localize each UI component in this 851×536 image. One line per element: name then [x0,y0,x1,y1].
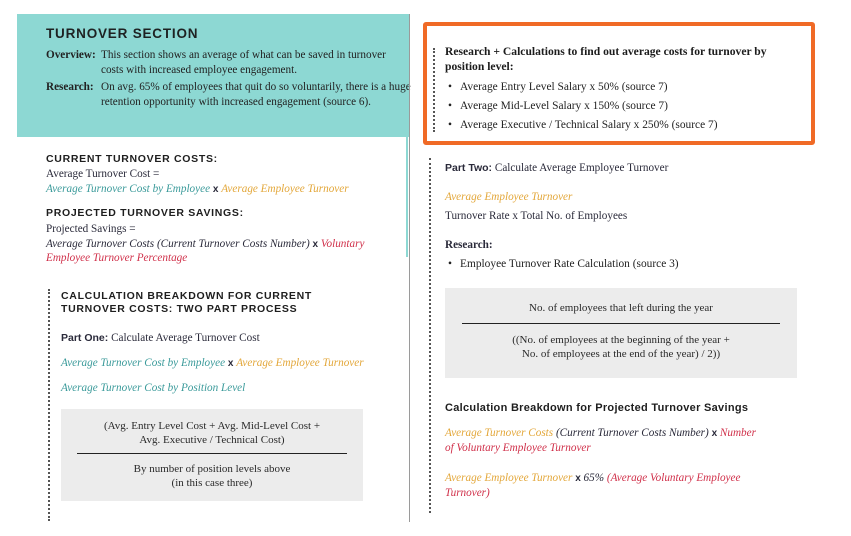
multiply-operator: x [312,239,319,250]
projected-savings-heading: PROJECTED TURNOVER SAVINGS: [46,207,244,219]
current-costs-label: Average Turnover Cost = [46,168,160,180]
panel-edge [406,137,408,257]
fraction-bar [77,453,347,454]
fraction-numerator: (Avg. Entry Level Cost + Avg. Mid-Level … [61,419,363,447]
term-avg-turnover-costs: Average Turnover Costs (Current Turnover… [46,238,310,250]
section-title: TURNOVER SECTION [46,26,199,41]
term-avg-employee-turnover: Average Employee Turnover [445,472,573,484]
fraction-denominator: By number of position levels above (in t… [61,462,363,490]
numerator-line1: (Avg. Entry Level Cost + Avg. Mid-Level … [103,420,321,432]
multiply-operator: x [227,358,234,369]
bullet-icon: • [448,81,452,93]
list-item-text: Average Mid-Level Salary x 150% (source … [460,100,668,112]
term-avg-turnover-cost-by-position-level: Average Turnover Cost by Position Level [61,382,246,394]
overview-label: Overview: [46,49,96,61]
projected-formula1-line1: Average Turnover Costs (Current Turnover… [445,426,756,441]
research-highlight-box: Research + Calculations to find out aver… [423,22,815,145]
turnover-section-panel: TURNOVER SECTION Overview: This section … [17,14,411,137]
research-label: Research: [46,81,94,93]
term-current-turnover-costs-number: (Current Turnover Costs Number) [555,427,709,439]
numerator-line2: Avg. Executive / Technical Cost) [139,434,285,446]
position-level-term: Average Turnover Cost by Position Level [61,381,245,395]
projected-formula2-line1: Average Employee Turnover x 65% (Average… [445,471,740,486]
voluntary-percentage: 65% [583,472,605,484]
denominator-line1: ((No. of employees at the beginning of t… [512,334,730,346]
term-avg-turnover-cost-by-employee: Average Turnover Cost by Employee [46,183,211,195]
bullet-icon: • [448,258,452,270]
research-box-list: • Average Entry Level Salary x 50% (sourc… [445,78,718,135]
dotted-guide [433,48,435,132]
bullet-icon: • [448,100,452,112]
projected-formula1-line2: of Voluntary Employee Turnover [445,441,591,455]
current-costs-heading: CURRENT TURNOVER COSTS: [46,153,218,165]
fraction-denominator: ((No. of employees at the beginning of t… [445,333,797,361]
projected-formula2-line2: Turnover) [445,486,490,500]
research-box-title: Research + Calculations to find out aver… [445,45,767,73]
research-text: On avg. 65% of employees that quit do so… [101,81,411,108]
part-two-term: Average Employee Turnover [445,190,572,204]
term-avg-turnover-costs: Average Turnover Costs [445,427,554,439]
breakdown-heading-line1: CALCULATION BREAKDOWN FOR CURRENT [61,290,312,302]
multiply-operator: x [212,184,219,195]
multiply-operator: x [575,473,581,484]
multiply-operator: x [711,428,718,439]
term-voluntary-employee-turnover: of Voluntary Employee Turnover [445,442,591,454]
denominator-line1: By number of position levels above [133,463,291,475]
list-item: • Average Executive / Technical Salary x … [445,116,718,135]
term-employee-turnover-percentage: Employee Turnover Percentage [46,252,188,264]
list-item: • Employee Turnover Rate Calculation (sou… [445,255,679,274]
dotted-guide-right [429,158,431,513]
overview-row: Overview: This section shows an average … [46,48,406,78]
breakdown-projected-heading: Calculation Breakdown for Projected Turn… [445,402,749,414]
fraction-bar [462,323,780,324]
breakdown-current-heading: CALCULATION BREAKDOWN FOR CURRENT TURNOV… [61,290,312,316]
term-voluntary: Voluntary [320,238,365,250]
term-avg-employee-turnover: Average Employee Turnover [236,357,364,369]
column-divider [409,14,410,522]
part-one-formula: Average Turnover Cost by Employee x Aver… [61,356,364,371]
turnover-rate-fraction: No. of employees that left during the ye… [445,288,797,378]
part-two-text: Calculate Average Employee Turnover [494,162,669,174]
part-two-research-list: • Employee Turnover Rate Calculation (sou… [445,255,679,274]
projected-savings-label: Projected Savings = [46,223,136,235]
term-avg-employee-turnover: Average Employee Turnover [221,183,349,195]
denominator-line2: (in this case three) [171,477,253,489]
part-two-research-label: Research: [445,239,493,251]
part-one: Part One: Calculate Average Turnover Cos… [61,331,260,345]
list-item-text: Average Entry Level Salary x 50% (source… [460,81,668,93]
term-number: Number [719,427,756,439]
list-item: • Average Entry Level Salary x 50% (sourc… [445,78,718,97]
part-one-text: Calculate Average Turnover Cost [111,332,260,344]
term-avg-employee-turnover: Average Employee Turnover [445,191,573,203]
part-one-label: Part One: [61,332,109,344]
denominator-line2: No. of employees at the end of the year)… [521,348,721,360]
position-level-fraction: (Avg. Entry Level Cost + Avg. Mid-Level … [61,409,363,501]
bullet-icon: • [448,119,452,131]
research-row: Research: On avg. 65% of employees that … [46,80,411,125]
dotted-guide-left [48,289,50,521]
list-item-text: Employee Turnover Rate Calculation (sour… [460,258,679,270]
projected-savings-formula-line2: Employee Turnover Percentage [46,251,187,265]
term-avg-voluntary-employee: (Average Voluntary Employee [606,472,741,484]
fraction-numerator: No. of employees that left during the ye… [529,302,713,314]
term-avg-turnover-cost-by-employee: Average Turnover Cost by Employee [61,357,226,369]
term-turnover: Turnover) [445,487,490,499]
part-two-formula: Turnover Rate x Total No. of Employees [445,210,628,222]
part-two: Part Two: Calculate Average Employee Tur… [445,161,668,175]
projected-savings-formula-line1: Average Turnover Costs (Current Turnover… [46,237,364,252]
overview-text: This section shows an average of what ca… [101,49,386,76]
current-costs-formula: Average Turnover Cost by Employee x Aver… [46,182,349,197]
list-item-text: Average Executive / Technical Salary x 2… [460,119,718,131]
breakdown-heading-line2: TURNOVER COSTS: TWO PART PROCESS [61,303,298,315]
part-two-label: Part Two: [445,162,493,174]
list-item: • Average Mid-Level Salary x 150% (source… [445,97,718,116]
